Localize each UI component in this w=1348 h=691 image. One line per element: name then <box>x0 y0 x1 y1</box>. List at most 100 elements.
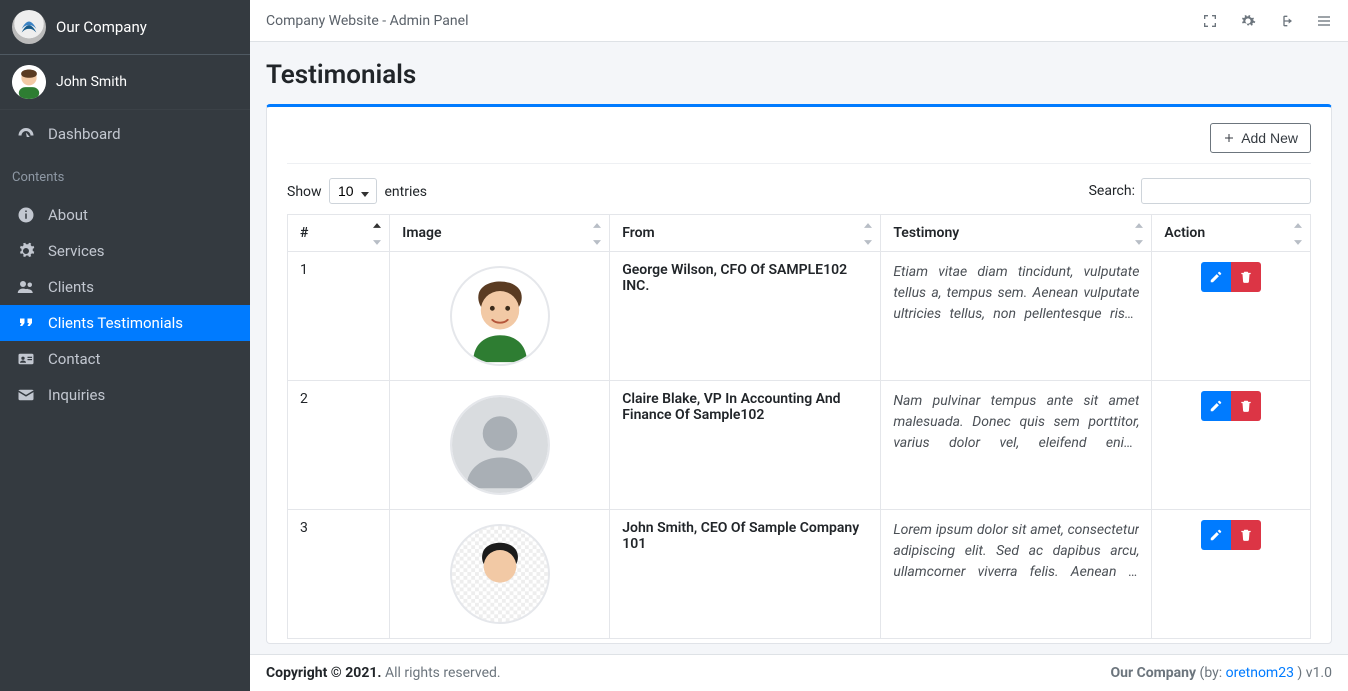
user-avatar-icon <box>12 65 46 99</box>
menu-icon[interactable] <box>1316 13 1332 29</box>
cell-action <box>1152 252 1311 381</box>
nav-dashboard[interactable]: Dashboard <box>0 116 250 152</box>
table-row: 3 John Smith, CEO Of Sample Company 101Lo… <box>288 510 1311 639</box>
sort-asc-icon <box>1294 217 1302 233</box>
entries-select[interactable]: 10 <box>329 178 377 204</box>
cell-num: 3 <box>288 510 390 639</box>
delete-button[interactable] <box>1231 391 1261 421</box>
plus-icon <box>1223 132 1235 144</box>
sort-desc-icon <box>373 234 381 250</box>
table-row: 2 Claire Blake, VP In Accounting And Fina… <box>288 381 1311 510</box>
cell-testimony: Lorem ipsum dolor sit amet, consectetur … <box>881 510 1152 639</box>
show-prefix: Show <box>287 184 322 200</box>
brand-logo-icon <box>12 10 46 44</box>
fullscreen-icon[interactable] <box>1202 13 1218 29</box>
nav-label: Contact <box>48 350 100 368</box>
nav-about[interactable]: About <box>0 197 250 233</box>
sort-desc-icon <box>864 234 872 250</box>
brand[interactable]: Our Company <box>0 0 250 55</box>
nav-label: Inquiries <box>48 386 105 404</box>
sort-desc-icon <box>593 234 601 250</box>
sort-desc-icon <box>1294 234 1302 250</box>
testimonial-avatar-icon <box>450 395 550 495</box>
footer: Copyright © 2021. All rights reserved. O… <box>250 654 1348 691</box>
footer-company: Our Company <box>1111 665 1197 681</box>
testimonial-avatar-icon <box>450 524 550 624</box>
cell-from: George Wilson, CFO Of SAMPLE102 INC. <box>610 252 881 381</box>
sort-asc-icon <box>1135 217 1143 233</box>
envelope-icon <box>16 386 36 404</box>
topbar: Company Website - Admin Panel <box>250 0 1348 42</box>
footer-version: v1.0 <box>1306 665 1332 681</box>
add-new-label: Add New <box>1241 130 1298 146</box>
nav-header-contents: Contents <box>0 158 250 191</box>
testimonials-table: # Image From Testimony Action 1 George Wi… <box>287 214 1311 639</box>
footer-author-link[interactable]: oretnom23 <box>1226 665 1294 681</box>
edit-icon <box>1209 270 1223 284</box>
brand-name: Our Company <box>56 18 147 36</box>
sort-asc-icon <box>373 217 381 233</box>
user-panel[interactable]: John Smith <box>0 55 250 110</box>
cell-testimony: Etiam vitae diam tincidunt, vulputate te… <box>881 252 1152 381</box>
nav-label: Clients <box>48 278 94 296</box>
table-row: 1 George Wilson, CFO Of SAMPLE102 INC.Eti… <box>288 252 1311 381</box>
col-num[interactable]: # <box>288 215 390 252</box>
col-action[interactable]: Action <box>1152 215 1311 252</box>
nav-clients[interactable]: Clients <box>0 269 250 305</box>
users-icon <box>16 278 36 296</box>
nav-inquiries[interactable]: Inquiries <box>0 377 250 413</box>
cell-image <box>390 510 610 639</box>
user-name: John Smith <box>56 74 127 90</box>
edit-button[interactable] <box>1201 391 1231 421</box>
copyright-bold: Copyright © 2021. <box>266 665 381 681</box>
cell-image <box>390 252 610 381</box>
copyright-rest: All rights reserved. <box>381 665 500 681</box>
cell-from: John Smith, CEO Of Sample Company 101 <box>610 510 881 639</box>
trash-icon <box>1239 270 1253 284</box>
search-control: Search: <box>1089 178 1311 204</box>
delete-button[interactable] <box>1231 262 1261 292</box>
col-testimony[interactable]: Testimony <box>881 215 1152 252</box>
tachometer-icon <box>16 125 36 143</box>
nav-label: Dashboard <box>48 125 121 143</box>
sidebar: Our Company John Smith Dashboard Content… <box>0 0 250 691</box>
show-suffix: entries <box>385 184 428 200</box>
gear-icon[interactable] <box>1240 13 1256 29</box>
testimonials-card: Add New Show 10 entries Searc <box>266 104 1332 644</box>
sign-out-icon[interactable] <box>1278 13 1294 29</box>
edit-button[interactable] <box>1201 262 1231 292</box>
cell-from: Claire Blake, VP In Accounting And Finan… <box>610 381 881 510</box>
col-from[interactable]: From <box>610 215 881 252</box>
page-title: Testimonials <box>266 60 1332 90</box>
edit-button[interactable] <box>1201 520 1231 550</box>
nav-services[interactable]: Services <box>0 233 250 269</box>
nav-testimonials[interactable]: Clients Testimonials <box>0 305 250 341</box>
cell-action <box>1152 381 1311 510</box>
nav-label: Clients Testimonials <box>48 314 183 332</box>
cell-testimony: Nam pulvinar tempus ante sit amet malesu… <box>881 381 1152 510</box>
cell-action <box>1152 510 1311 639</box>
cell-image <box>390 381 610 510</box>
add-new-button[interactable]: Add New <box>1210 123 1311 153</box>
testimonial-avatar-icon <box>450 266 550 366</box>
nav-contents: About Services Clients Clients Testimoni… <box>0 191 250 419</box>
nav-label: Services <box>48 242 105 260</box>
edit-icon <box>1209 399 1223 413</box>
sort-desc-icon <box>1135 234 1143 250</box>
delete-button[interactable] <box>1231 520 1261 550</box>
topbar-title: Company Website - Admin Panel <box>266 13 468 29</box>
edit-icon <box>1209 528 1223 542</box>
cogs-icon <box>16 242 36 260</box>
cell-num: 2 <box>288 381 390 510</box>
address-card-icon <box>16 350 36 368</box>
col-image[interactable]: Image <box>390 215 610 252</box>
nav: Dashboard <box>0 110 250 158</box>
nav-contact[interactable]: Contact <box>0 341 250 377</box>
topbar-actions <box>1202 13 1332 29</box>
cell-num: 1 <box>288 252 390 381</box>
quote-icon <box>16 314 36 332</box>
search-label-text: Search: <box>1089 183 1135 199</box>
search-input[interactable] <box>1141 178 1311 204</box>
sort-asc-icon <box>864 217 872 233</box>
info-icon <box>16 206 36 224</box>
